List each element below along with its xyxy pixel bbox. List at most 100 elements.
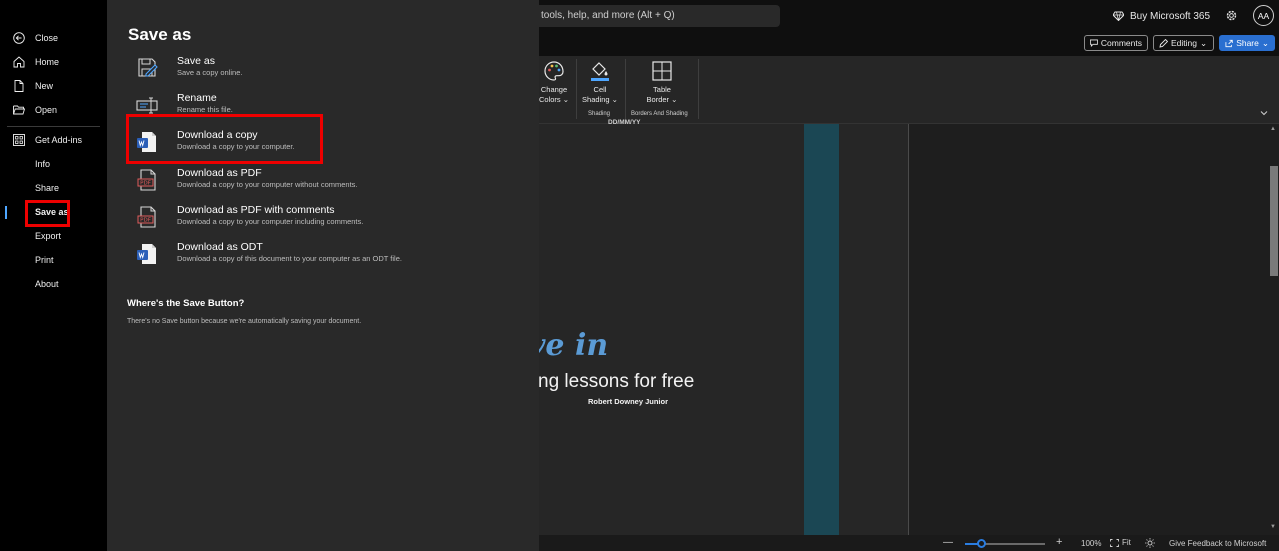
nav-save-as-highlight [25,200,70,227]
avatar[interactable]: AA [1253,5,1274,26]
editing-mode-button[interactable]: Editing ⌄ [1153,35,1214,51]
table-border-line2: Border ⌄ [646,95,678,104]
table-border-line1: Table [653,85,671,94]
chevron-down-icon[interactable] [1259,108,1269,118]
nav-info[interactable]: Info [0,154,107,174]
editing-label: Editing [1171,38,1197,48]
palette-icon [544,61,564,81]
nav-get-add-ins-label: Get Add-ins [35,135,83,145]
fit-button[interactable]: Fit [1110,538,1131,547]
svg-text:PDF: PDF [140,218,151,224]
nav-share[interactable]: Share [0,178,107,198]
add-ins-icon [13,134,25,146]
back-arrow-icon [13,32,25,44]
option-download-pdf-desc: Download a copy to your computer without… [177,180,358,189]
nav-info-label: Info [35,159,51,169]
ribbon-group-shading: Shading [588,111,611,117]
cell-shading-line2: Shading ⌄ [582,95,618,104]
ribbon-separator [576,59,577,119]
nav-divider [7,126,100,127]
document-lessons-text: ng lessons for free [538,371,695,392]
nav-print-label: Print [35,255,54,265]
share-icon [1225,39,1233,47]
fit-icon [1110,538,1119,547]
brightness-icon[interactable] [1145,538,1155,548]
option-save-as-desc: Save a copy online. [177,68,243,77]
option-save-as[interactable]: Save as Save a copy online. [133,53,533,83]
zoom-in-button[interactable]: + [1056,536,1062,548]
share-button[interactable]: Share ⌄ [1219,35,1275,51]
document-date-text: DD/MM/YY [608,119,641,126]
pencil-icon [1159,38,1168,48]
ribbon-group-borders: Borders And Shading [631,111,688,117]
nav-export[interactable]: Export [0,226,107,246]
nav-about[interactable]: About [0,274,107,294]
buy-microsoft-365-button[interactable]: Buy Microsoft 365 [1113,9,1210,23]
table-border-button[interactable]: Table Border ⌄ [640,60,684,105]
folder-icon [13,105,25,115]
share-label: Share [1236,38,1259,48]
chevron-down-icon: ⌄ [1261,37,1269,48]
word-doc-icon [137,244,156,264]
page-title: Save as [128,25,192,44]
paint-bucket-icon [591,62,609,81]
scroll-down-arrow-icon[interactable]: ▼ [1270,524,1276,530]
nav-about-label: About [35,279,59,289]
new-doc-icon [14,80,24,92]
give-feedback-link[interactable]: Give Feedback to Microsoft [1169,539,1266,548]
search-box[interactable]: tools, help, and more (Alt + Q) [538,5,780,27]
document-script-heading: ve in [528,328,609,363]
comment-icon [1090,39,1098,47]
option-download-pdf[interactable]: PDF Download as PDF Download a copy to y… [133,165,533,195]
comments-label: Comments [1100,38,1142,48]
save-button-hint-title: Where's the Save Button? [127,298,245,309]
nav-close-label: Close [35,33,59,43]
nav-open-label: Open [35,105,58,115]
option-download-odt-title: Download as ODT [177,241,263,253]
download-copy-highlight [126,114,323,164]
nav-new-label: New [35,81,54,91]
nav-share-label: Share [35,183,60,193]
document-side-area [908,124,1269,535]
fit-label: Fit [1122,538,1131,547]
ribbon-separator [698,59,699,119]
zoom-level[interactable]: 100% [1081,539,1101,548]
ribbon-separator [625,59,626,119]
option-save-as-title: Save as [177,55,215,67]
scroll-up-arrow-icon[interactable]: ▲ [1270,126,1276,132]
gear-icon[interactable] [1225,9,1238,22]
buy-label: Buy Microsoft 365 [1130,10,1211,22]
nav-new[interactable]: New [0,76,107,96]
nav-export-label: Export [35,231,62,241]
nav-home-label: Home [35,57,60,67]
document-author-text: Robert Downey Junior [588,397,669,406]
page-decoration-band [804,124,839,535]
option-download-pdf-comments-desc: Download a copy to your computer includi… [177,217,364,226]
change-colors-button[interactable]: Change Colors ⌄ [538,60,570,105]
home-icon [13,56,25,68]
nav-get-add-ins[interactable]: Get Add-ins [0,130,107,150]
svg-text:PDF: PDF [140,181,151,187]
table-border-icon [652,61,672,81]
zoom-slider-thumb[interactable] [977,539,986,548]
nav-home[interactable]: Home [0,52,107,72]
option-rename-title: Rename [177,92,217,104]
scrollbar-thumb[interactable] [1270,166,1278,276]
diamond-icon [1113,11,1124,21]
nav-close[interactable]: Close [0,28,107,48]
cell-shading-button[interactable]: Cell Shading ⌄ [580,60,620,105]
nav-print[interactable]: Print [0,250,107,270]
change-colors-line2: Colors ⌄ [538,95,570,104]
save-button-hint-desc: There's no Save button because we're aut… [127,318,362,325]
status-bar [538,535,1279,551]
pdf-icon: PDF [137,169,156,191]
rename-icon [136,97,158,114]
option-download-pdf-comments[interactable]: PDF Download as PDF with comments Downlo… [133,202,533,232]
option-download-odt[interactable]: Download as ODT Download a copy of this … [133,239,533,269]
zoom-out-button[interactable]: — [943,537,953,548]
cell-shading-line1: Cell [593,85,607,94]
nav-active-indicator [5,206,7,219]
nav-open[interactable]: Open [0,100,107,120]
comments-button[interactable]: Comments [1084,35,1148,51]
save-as-icon [138,58,158,77]
